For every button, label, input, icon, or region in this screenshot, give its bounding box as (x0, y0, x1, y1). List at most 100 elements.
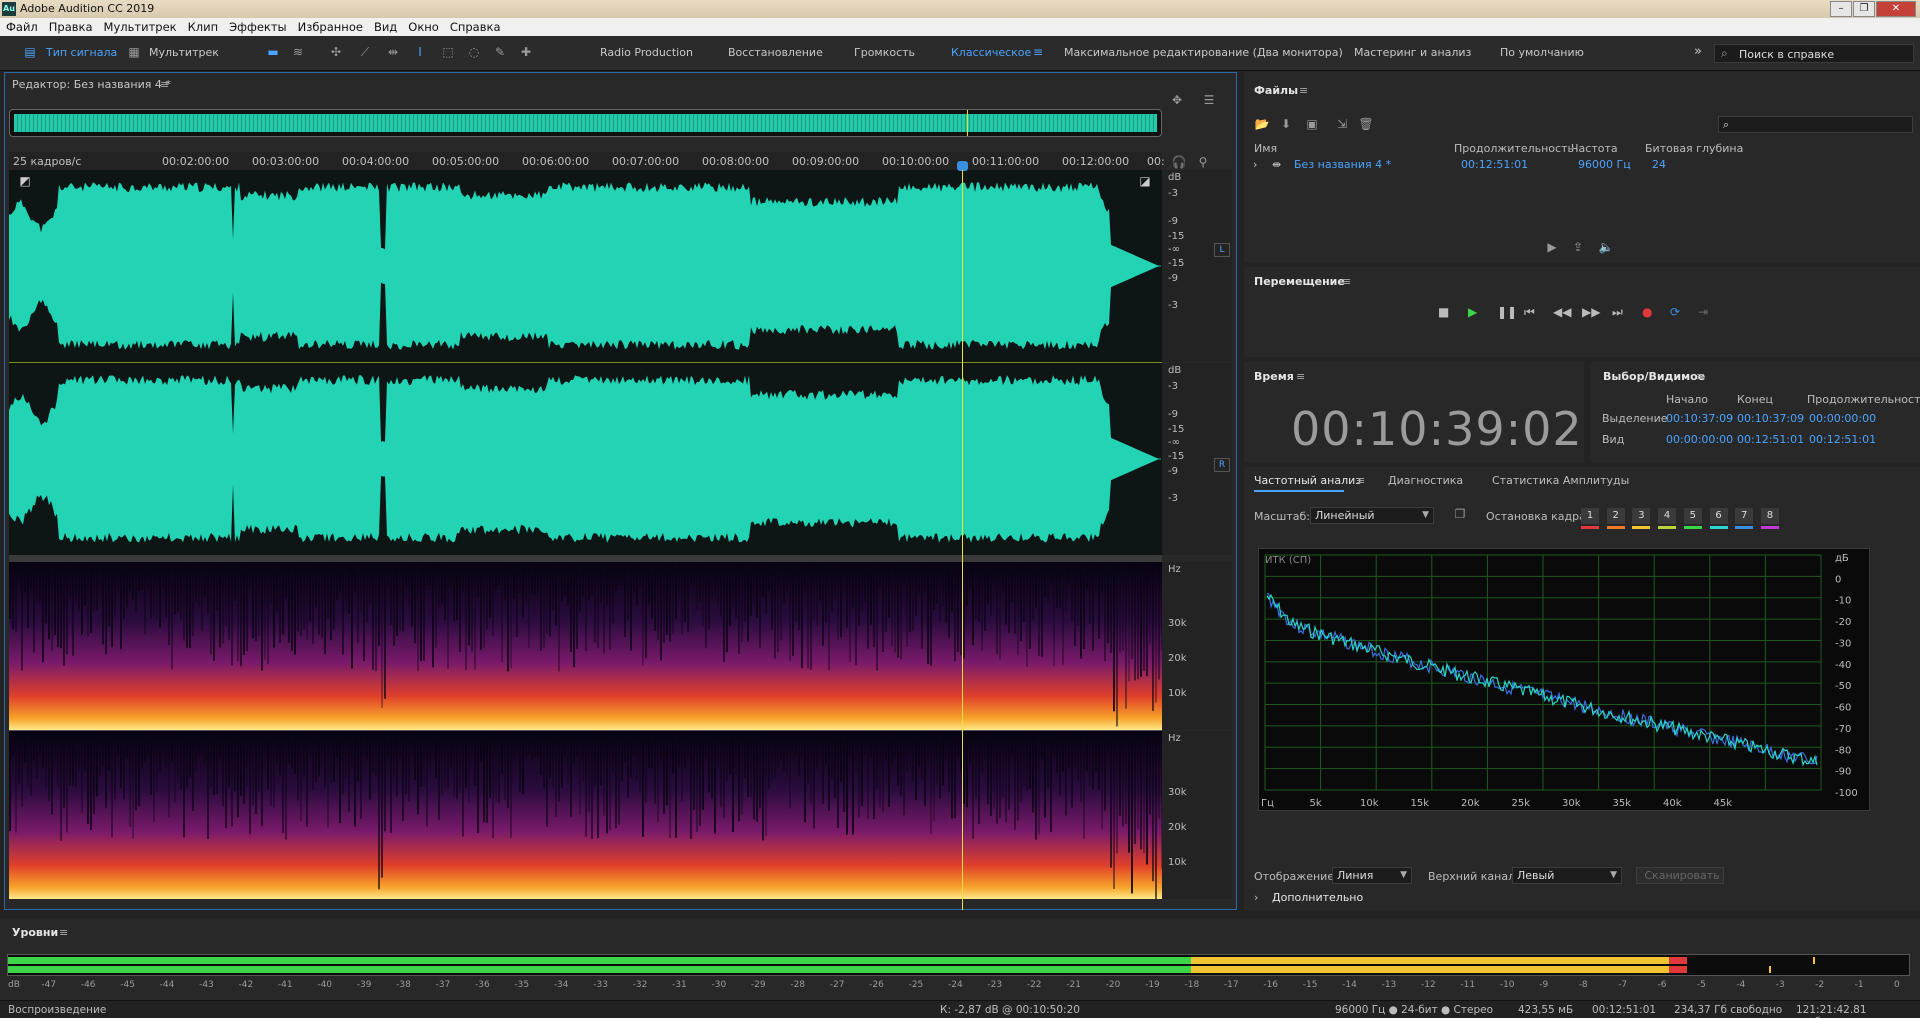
tab-frequency-analysis[interactable]: Частотный анализ (1254, 474, 1361, 487)
tab-diagnostics[interactable]: Диагностика (1388, 474, 1463, 487)
freeze-frame-2[interactable]: 2 (1606, 508, 1625, 529)
show-spectral-icon[interactable]: ≋ (290, 45, 306, 59)
go-to-end-button[interactable]: ⏭ (1612, 305, 1623, 320)
freeze-frame-6[interactable]: 6 (1709, 508, 1728, 529)
workspace-restoration[interactable]: Восстановление (728, 46, 823, 59)
scale-select[interactable]: Линейный ▼ (1310, 507, 1434, 524)
record-button[interactable]: ● (1642, 305, 1652, 319)
stop-button[interactable]: ■ (1438, 305, 1449, 319)
fade-in-handle-icon[interactable]: ◩ (17, 174, 33, 188)
view-duration[interactable]: 00:12:51:01 (1809, 433, 1876, 446)
workspace-mastering[interactable]: Мастеринг и анализ (1354, 46, 1471, 59)
maximize-button[interactable]: ❐ (1853, 1, 1875, 17)
selection-start[interactable]: 00:10:37:09 (1666, 412, 1733, 425)
col-duration[interactable]: Продолжительность (1454, 142, 1574, 155)
brush-tool-icon[interactable]: ✎ (492, 45, 508, 59)
advanced-section[interactable]: Дополнительно (1272, 891, 1363, 904)
col-depth[interactable]: Битовая глубина (1645, 142, 1743, 155)
skip-selection-button[interactable]: ⇥ (1698, 305, 1708, 319)
play-button[interactable]: ▶ (1468, 305, 1477, 319)
workspace-default[interactable]: По умолчанию (1500, 46, 1584, 59)
files-menu-icon[interactable]: ≡ (1299, 84, 1308, 97)
headphones-icon[interactable]: 🎧 (1171, 155, 1187, 169)
time-selection-tool-icon[interactable]: I (412, 45, 428, 59)
view-divider-handle[interactable] (9, 555, 1162, 562)
menu-view[interactable]: Вид (374, 20, 397, 34)
left-channel-toggle[interactable]: L (1214, 243, 1230, 257)
selection-menu-icon[interactable]: ≡ (1696, 370, 1705, 383)
workspace-loudness[interactable]: Громкость (854, 46, 915, 59)
current-time-display[interactable]: 00:10:39:02 (1291, 402, 1583, 456)
analysis-menu-icon[interactable]: ≡ (1356, 474, 1365, 487)
fade-out-handle-icon[interactable]: ◪ (1137, 174, 1153, 188)
rewind-button[interactable]: ◀◀ (1553, 305, 1571, 319)
workspace-classic[interactable]: Классическое (951, 46, 1031, 59)
right-channel-toggle[interactable]: R (1214, 458, 1230, 472)
open-file-icon[interactable]: 📂 (1254, 117, 1270, 131)
razor-tool-icon[interactable]: ⟋ (357, 45, 373, 59)
expand-chevron-icon[interactable]: › (1254, 891, 1258, 904)
view-start[interactable]: 00:00:00:00 (1666, 433, 1733, 446)
help-search-input[interactable]: ⌕ Поиск в справке (1714, 44, 1914, 63)
time-ruler[interactable]: 25 кадров/с 00:02:00:00 00:03:00:00 00:0… (9, 152, 1165, 170)
waveform-view-button[interactable]: Тип сигнала (46, 46, 117, 59)
tab-amplitude-statistics[interactable]: Статистика Амплитуды (1492, 474, 1629, 487)
display-select[interactable]: Линия ▼ (1332, 867, 1412, 884)
preview-play-icon[interactable]: ▶ (1544, 240, 1560, 254)
lasso-tool-icon[interactable]: ◌ (466, 45, 482, 59)
freeze-frame-5[interactable]: 5 (1683, 508, 1702, 529)
import-file-icon[interactable]: ⬇ (1278, 117, 1294, 131)
pause-button[interactable]: ❚❚ (1497, 305, 1517, 319)
minimize-button[interactable]: – (1830, 1, 1852, 17)
workspace-radio-production[interactable]: Radio Production (600, 46, 693, 59)
menu-multitrack[interactable]: Мультитрек (104, 20, 177, 34)
delete-file-icon[interactable]: 🗑 (1358, 117, 1374, 131)
editor-menu-icon[interactable]: ≡ (160, 78, 169, 91)
file-row[interactable]: › ⇼ Без названия 4 * 00:12:51:01 96000 Г… (1248, 156, 1916, 173)
overview-navigator[interactable] (9, 109, 1162, 137)
more-workspaces-button[interactable]: » (1694, 44, 1702, 59)
workspace-menu-icon[interactable]: ≡ (1030, 45, 1046, 59)
levels-menu-icon[interactable]: ≡ (59, 926, 68, 939)
freeze-frame-4[interactable]: 4 (1658, 508, 1677, 529)
move-tool-icon[interactable]: ✣ (328, 45, 344, 59)
menu-effects[interactable]: Эффекты (229, 20, 287, 34)
preview-export-icon[interactable]: ⇪ (1570, 240, 1586, 254)
transport-menu-icon[interactable]: ≡ (1342, 275, 1351, 288)
frequency-graph[interactable]: ИТК (СП) Гц 5k 10k 15k 20k 25k 30k 35k 40k 45k дБ 0 -… (1258, 548, 1870, 811)
left-spectrogram[interactable] (9, 562, 1162, 730)
col-name[interactable]: Имя (1254, 142, 1277, 155)
close-button[interactable]: ✕ (1876, 1, 1916, 17)
multitrack-view-button[interactable]: Мультитрек (149, 46, 219, 59)
panel-options-icon[interactable]: ☰ (1201, 93, 1217, 107)
expand-chevron-icon[interactable]: › (1253, 158, 1257, 171)
loop-button[interactable]: ⟳ (1670, 305, 1680, 319)
preview-volume-icon[interactable]: 🔈 (1598, 240, 1614, 254)
freeze-frame-3[interactable]: 3 (1632, 508, 1651, 529)
workspace-max-editing[interactable]: Максимальное редактирование (Два монитор… (1064, 46, 1343, 59)
pin-icon[interactable]: ⚲ (1195, 155, 1211, 169)
menu-edit[interactable]: Правка (49, 20, 93, 34)
spot-healing-icon[interactable]: ✚ (518, 45, 534, 59)
go-to-start-button[interactable]: ⏮ (1524, 305, 1535, 320)
insert-multitrack-icon[interactable]: ⇲ (1334, 117, 1350, 131)
selection-end[interactable]: 00:10:37:09 (1737, 412, 1804, 425)
copy-frame-icon[interactable]: ❐ (1452, 507, 1468, 521)
show-waveform-icon[interactable]: ▬ (265, 45, 281, 59)
menu-help[interactable]: Справка (450, 20, 501, 34)
menu-window[interactable]: Окно (408, 20, 439, 34)
marquee-tool-icon[interactable]: ⬚ (440, 45, 456, 59)
new-file-icon[interactable]: ▣ (1304, 117, 1320, 131)
fast-forward-button[interactable]: ▶▶ (1582, 305, 1600, 319)
scan-button[interactable]: Сканировать (1636, 867, 1724, 884)
zoom-navigator-icon[interactable]: ✥ (1169, 93, 1185, 107)
freeze-frame-7[interactable]: 7 (1735, 508, 1754, 529)
freeze-frame-8[interactable]: 8 (1760, 508, 1779, 529)
view-end[interactable]: 00:12:51:01 (1737, 433, 1804, 446)
freeze-frame-1[interactable]: 1 (1581, 508, 1599, 529)
menu-clip[interactable]: Клип (188, 20, 219, 34)
menu-file[interactable]: Файл (6, 20, 38, 34)
top-channel-select[interactable]: Левый ▼ (1512, 867, 1622, 884)
col-rate[interactable]: Частота (1571, 142, 1618, 155)
selection-duration[interactable]: 00:00:00:00 (1809, 412, 1876, 425)
